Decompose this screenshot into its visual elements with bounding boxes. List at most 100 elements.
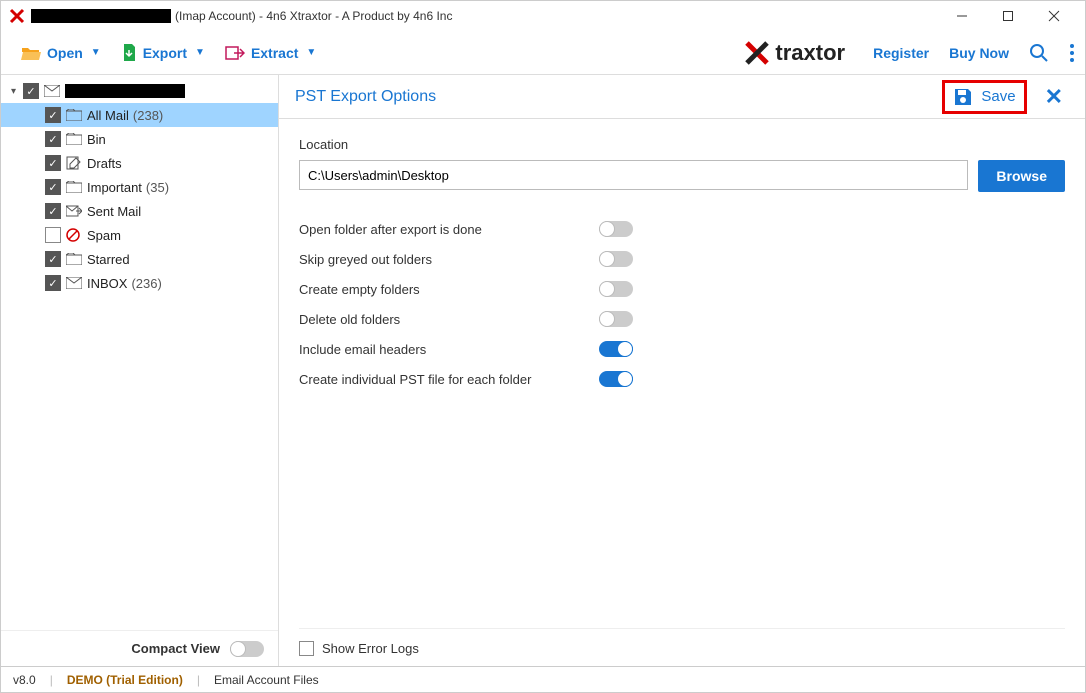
show-error-logs-row[interactable]: Show Error Logs (299, 628, 1065, 656)
inbox-icon (65, 277, 83, 289)
header-links: Register Buy Now (873, 43, 1075, 63)
tree-item-label: INBOX (87, 276, 127, 291)
save-button[interactable]: Save (942, 80, 1026, 114)
app-icon (9, 8, 25, 24)
open-menu[interactable]: Open ▼ (11, 39, 111, 67)
register-link[interactable]: Register (873, 45, 929, 61)
tree-item-bin[interactable]: ✓ Bin (1, 127, 278, 151)
folder-tree: ▾ ✓ ✓All Mail(238)✓Bin✓Drafts✓Important(… (1, 75, 278, 630)
save-icon (953, 87, 973, 107)
option-row: Skip greyed out folders (299, 244, 1065, 274)
checkbox[interactable]: ✓ (45, 251, 61, 267)
extract-label: Extract (251, 45, 298, 61)
tree-item-label: Starred (87, 252, 130, 267)
main-panel: PST Export Options Save ✕ Location Brows… (279, 75, 1085, 666)
option-toggle[interactable] (599, 311, 633, 327)
extract-icon (225, 45, 245, 61)
maximize-button[interactable] (985, 1, 1031, 31)
more-icon[interactable] (1069, 43, 1075, 63)
option-row: Create empty folders (299, 274, 1065, 304)
option-label: Open folder after export is done (299, 222, 599, 237)
demo-label: DEMO (Trial Edition) (67, 673, 183, 687)
option-label: Include email headers (299, 342, 599, 357)
tree-item-spam[interactable]: Spam (1, 223, 278, 247)
folder-icon (65, 133, 83, 145)
close-button[interactable] (1031, 1, 1077, 31)
panel-body: Location Browse Open folder after export… (279, 119, 1085, 666)
checkbox[interactable]: ✓ (45, 107, 61, 123)
caret-down-icon: ▼ (306, 47, 316, 58)
option-toggle[interactable] (599, 251, 633, 267)
option-toggle[interactable] (599, 281, 633, 297)
tree-item-count: (35) (146, 180, 169, 195)
export-menu[interactable]: Export ▼ (111, 38, 215, 68)
tree-item-inbox[interactable]: ✓ INBOX (236) (1, 271, 278, 295)
main-toolbar: Open ▼ Export ▼ Extract ▼ traxtor Regist… (1, 31, 1085, 75)
tree-item-count: (236) (131, 276, 161, 291)
compact-view-label: Compact View (131, 641, 220, 656)
redacted-account (31, 9, 171, 23)
option-row: Include email headers (299, 334, 1065, 364)
open-label: Open (47, 45, 83, 61)
logo-text: traxtor (775, 40, 845, 66)
tree-item-starred[interactable]: ✓ Starred (1, 247, 278, 271)
option-row: Delete old folders (299, 304, 1065, 334)
tree-item-drafts[interactable]: ✓Drafts (1, 151, 278, 175)
expander-icon[interactable]: ▾ (11, 86, 23, 97)
location-input[interactable] (299, 160, 968, 190)
option-label: Delete old folders (299, 312, 599, 327)
body: ▾ ✓ ✓All Mail(238)✓Bin✓Drafts✓Important(… (1, 75, 1085, 666)
mail-icon (43, 85, 61, 97)
redacted-account-name (65, 84, 185, 98)
sidebar: ▾ ✓ ✓All Mail(238)✓Bin✓Drafts✓Important(… (1, 75, 279, 666)
tree-item-count: (238) (133, 108, 163, 123)
minimize-button[interactable] (939, 1, 985, 31)
tree-item-label: All Mail (87, 108, 129, 123)
checkbox[interactable] (45, 227, 61, 243)
checkbox[interactable]: ✓ (45, 179, 61, 195)
tree-item-label: Bin (87, 132, 106, 147)
option-toggle[interactable] (599, 221, 633, 237)
export-label: Export (143, 45, 187, 61)
window-controls (939, 1, 1077, 31)
folder-open-icon (21, 45, 41, 61)
buy-now-link[interactable]: Buy Now (949, 45, 1009, 61)
folder-icon (65, 181, 83, 193)
tree-item-label: Important (87, 180, 142, 195)
checkbox[interactable]: ✓ (45, 131, 61, 147)
tree-item-sent-mail[interactable]: ✓Sent Mail (1, 199, 278, 223)
save-label: Save (981, 88, 1015, 105)
compact-view-toggle[interactable] (230, 641, 264, 657)
option-label: Create individual PST file for each fold… (299, 372, 599, 387)
version-label: v8.0 (13, 673, 36, 687)
show-error-logs-label: Show Error Logs (322, 641, 419, 656)
option-toggle[interactable] (599, 341, 633, 357)
caret-down-icon: ▼ (91, 47, 101, 58)
checkbox[interactable]: ✓ (45, 203, 61, 219)
extract-menu[interactable]: Extract ▼ (215, 39, 326, 67)
source-label: Email Account Files (214, 673, 319, 687)
tree-item-important[interactable]: ✓ Important (35) (1, 175, 278, 199)
compact-view-row: Compact View (1, 630, 278, 666)
tree-root[interactable]: ▾ ✓ (1, 79, 278, 103)
folder-icon (65, 109, 83, 121)
tree-item-label: Spam (87, 228, 121, 243)
tree-item-all-mail[interactable]: ✓ All Mail (238) (1, 103, 278, 127)
folder-icon (65, 253, 83, 265)
location-row: Browse (299, 160, 1065, 192)
browse-button[interactable]: Browse (978, 160, 1065, 192)
checkbox[interactable]: ✓ (45, 275, 61, 291)
checkbox[interactable] (299, 641, 314, 656)
option-toggle[interactable] (599, 371, 633, 387)
spam-icon (65, 228, 83, 242)
option-row: Open folder after export is done (299, 214, 1065, 244)
window-title: (Imap Account) - 4n6 Xtraxtor - A Produc… (175, 9, 452, 23)
search-icon[interactable] (1029, 43, 1049, 63)
sent-icon (65, 204, 83, 218)
checkbox[interactable]: ✓ (23, 83, 39, 99)
panel-header: PST Export Options Save ✕ (279, 75, 1085, 119)
app-logo: traxtor (745, 40, 845, 66)
panel-close-icon[interactable]: ✕ (1039, 84, 1069, 110)
checkbox[interactable]: ✓ (45, 155, 61, 171)
caret-down-icon: ▼ (195, 47, 205, 58)
